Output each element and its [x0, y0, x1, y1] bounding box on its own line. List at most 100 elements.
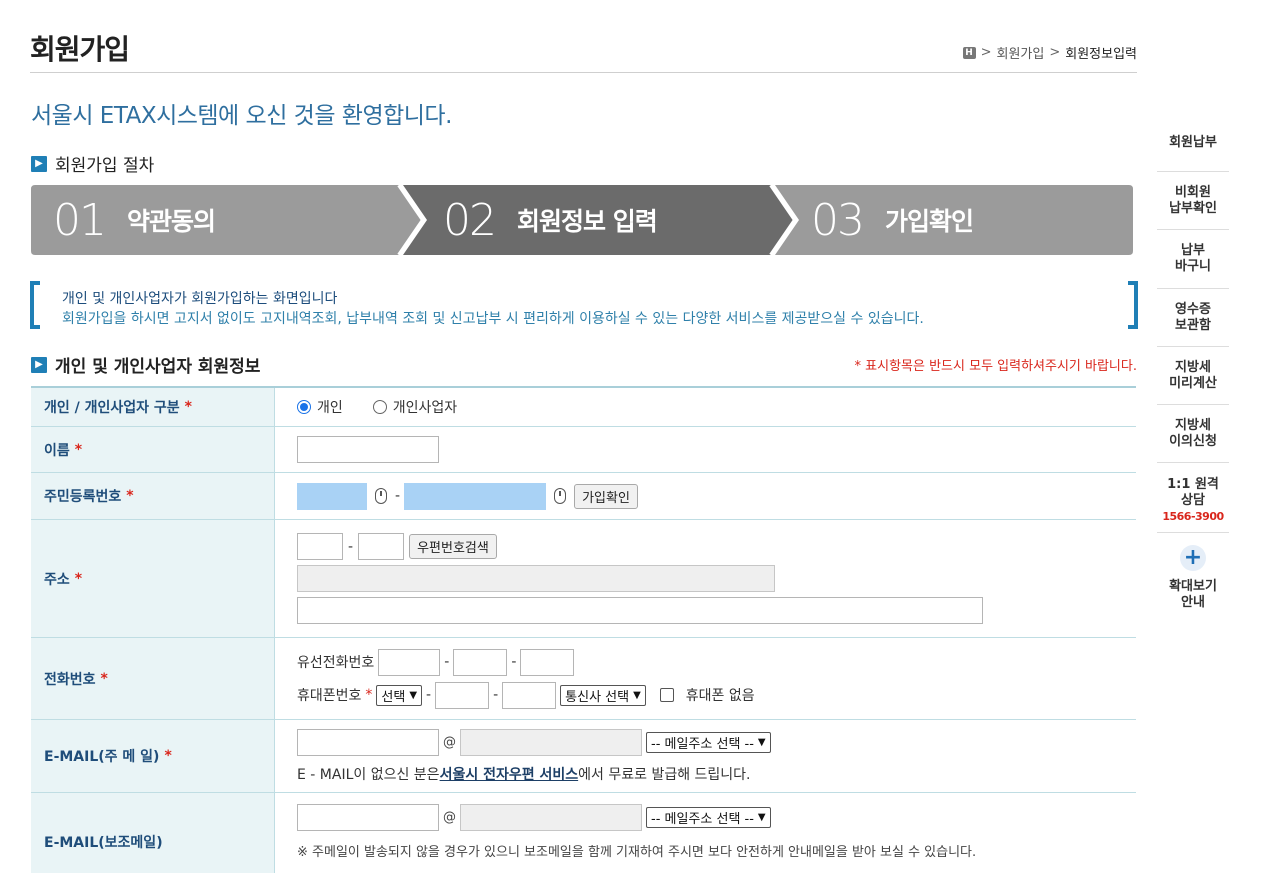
landline-input-3[interactable]: [520, 648, 575, 676]
breadcrumb-item-signup[interactable]: 회원가입: [996, 43, 1044, 62]
carrier-select[interactable]: 통신사 선택 ▼: [560, 684, 646, 706]
email-main-domain-input[interactable]: [460, 728, 642, 756]
required-note: * 표시항목은 반드시 모두 입력하셔주시기 바랍니다.: [854, 359, 1137, 374]
radio-sole-proprietor[interactable]: [372, 400, 387, 414]
quick-item-label: 1:1 원격: [1167, 476, 1219, 492]
no-mobile-label[interactable]: 휴대폰 없음: [686, 685, 755, 705]
row-address: 주소 * - 우편번호검색: [31, 520, 1136, 638]
required-star: *: [100, 670, 108, 687]
notice-box: 개인 및 개인사업자가 회원가입하는 화면입니다 회원가입을 하시면 고지서 없…: [30, 281, 1138, 329]
landline-input-1[interactable]: [378, 648, 441, 676]
email-main-field: @ -- 메일주소 선택 -- ▼ E - MAIL이 없으신 분은 서울시 전자…: [275, 720, 1136, 792]
row-member-type: 개인 / 개인사업자 구분 * 개인 개인사업자: [31, 388, 1136, 427]
address-line1-input[interactable]: [297, 565, 775, 592]
zipcode-input-2[interactable]: [358, 533, 405, 560]
landline-input-2[interactable]: [453, 648, 508, 676]
breadcrumb: H > 회원가입 > 회원정보입력: [962, 43, 1137, 62]
quick-item-label: 보관함: [1175, 317, 1211, 333]
row-email-main: E-MAIL(주 메 일) * @ -- 메일주소 선택 -- ▼ E - MAIL…: [31, 720, 1136, 793]
phone-separator: -: [493, 687, 499, 703]
label-text: 개인 / 개인사업자 구분: [44, 400, 180, 416]
email-main-id-input[interactable]: [297, 728, 439, 756]
label-email-sub: E-MAIL(보조메일): [31, 793, 275, 873]
label-text: 주소: [44, 571, 70, 588]
mobile-prefix-select[interactable]: 선택 ▼: [376, 684, 423, 706]
notice-title: 개인 및 개인사업자가 회원가입하는 화면입니다: [62, 291, 338, 307]
step-1: 01 약관동의: [53, 185, 216, 255]
zipcode-search-button[interactable]: 우편번호검색: [409, 534, 497, 559]
member-info-form: 개인 / 개인사업자 구분 * 개인 개인사업자 이름 * 주민등록번호 * -…: [31, 386, 1136, 873]
phone-field: 유선전화번호 - - 휴대폰번호 * 선택 ▼ - - 통신사 선택 ▼ 휴대폰 없음: [275, 638, 1136, 719]
email-sub-domain-select[interactable]: -- 메일주소 선택 -- ▼: [646, 807, 771, 828]
chevron-down-icon: ▼: [409, 689, 418, 701]
quick-item-label: 상담: [1181, 492, 1205, 508]
quick-item-label: 납부: [1181, 243, 1205, 258]
row-phone: 전화번호 * 유선전화번호 - - 휴대폰번호 * 선택 ▼ - - 통신사 선택 ▼: [31, 638, 1136, 720]
seoul-email-service-link[interactable]: 서울시 전자우편 서비스: [440, 764, 579, 784]
welcome-message: 서울시 ETAX시스템에 오신 것을 환영합니다.: [31, 103, 452, 129]
at-symbol: @: [443, 810, 456, 825]
required-star: *: [164, 748, 172, 764]
quick-item-label: 이의신청: [1169, 433, 1217, 449]
title-divider: [30, 72, 1137, 73]
rrn-front-input[interactable]: [297, 482, 367, 510]
rrn-back-input[interactable]: [404, 482, 547, 510]
quick-item-label: 비회원: [1175, 184, 1211, 200]
page-title: 회원가입: [30, 33, 130, 66]
required-star: *: [184, 399, 192, 415]
at-symbol: @: [443, 734, 456, 750]
label-text: E-MAIL(주 메 일): [44, 749, 160, 765]
rrn-field: - 가입확인: [275, 473, 1136, 519]
email-sub-domain-input[interactable]: [460, 804, 642, 831]
mobile-input-3[interactable]: [502, 681, 557, 709]
step-2-number: 02: [443, 194, 497, 246]
quick-item-member-payment[interactable]: 회원납부: [1157, 115, 1229, 172]
required-star: *: [74, 570, 83, 587]
radio-sole-proprietor-label[interactable]: 개인사업자: [393, 397, 457, 417]
quick-item-receipt-box[interactable]: 영수증 보관함: [1157, 289, 1229, 347]
rrn-separator: -: [395, 488, 401, 504]
quick-item-remote-consult[interactable]: 1:1 원격 상담 1566-3900: [1157, 463, 1229, 533]
phone-separator: -: [444, 654, 450, 670]
quick-item-nonmember-check[interactable]: 비회원 납부확인: [1157, 172, 1229, 230]
no-mobile-checkbox[interactable]: [659, 688, 674, 702]
row-email-sub: E-MAIL(보조메일) @ -- 메일주소 선택 -- ▼ ※ 주메일이 발송되…: [31, 793, 1136, 873]
label-phone: 전화번호 *: [31, 638, 275, 719]
mobile-label: 휴대폰번호: [297, 688, 362, 704]
quick-item-zoom-guide[interactable]: + 확대보기 안내: [1157, 533, 1229, 623]
landline-label: 유선전화번호: [297, 655, 375, 671]
label-text: E-MAIL(보조메일): [44, 835, 163, 851]
row-name: 이름 *: [31, 427, 1136, 473]
home-icon[interactable]: H: [962, 46, 976, 59]
chevron-down-icon: ▼: [633, 689, 641, 701]
quick-item-payment-basket[interactable]: 납부 바구니: [1157, 230, 1229, 289]
step-3: 03 가입확인: [811, 185, 974, 255]
address-line2-input[interactable]: [297, 597, 983, 624]
label-text: 주민등록번호: [44, 489, 122, 505]
consult-phone-number: 1566-3900: [1162, 509, 1224, 523]
quick-item-tax-objection[interactable]: 지방세 이의신청: [1157, 405, 1229, 463]
breadcrumb-separator-icon: >: [980, 45, 992, 60]
quick-item-tax-precalc[interactable]: 지방세 미리계산: [1157, 347, 1229, 405]
name-input[interactable]: [297, 436, 439, 463]
notice-description: 회원가입을 하시면 고지서 없이도 고지내역조회, 납부내역 조회 및 신고납부…: [62, 311, 924, 327]
left-bracket: [30, 281, 40, 329]
email-sub-id-input[interactable]: [297, 804, 439, 831]
label-name: 이름 *: [31, 427, 275, 472]
bullet-arrow-icon: ▶: [31, 155, 47, 172]
select-value: -- 메일주소 선택 --: [651, 812, 754, 827]
mouse-icon[interactable]: [554, 488, 567, 504]
radio-individual-label[interactable]: 개인: [317, 397, 343, 417]
zipcode-separator: -: [348, 538, 354, 555]
signup-check-button[interactable]: 가입확인: [574, 483, 638, 509]
required-star: *: [126, 488, 134, 504]
label-text: 전화번호: [44, 671, 96, 688]
select-value: -- 메일주소 선택 --: [651, 736, 754, 752]
mouse-icon[interactable]: [375, 488, 387, 504]
email-main-domain-select[interactable]: -- 메일주소 선택 -- ▼: [646, 731, 771, 753]
radio-individual[interactable]: [297, 400, 311, 414]
quick-item-label: 바구니: [1175, 259, 1211, 274]
zipcode-input-1[interactable]: [297, 533, 343, 560]
label-rrn: 주민등록번호 *: [31, 473, 275, 519]
mobile-input-2[interactable]: [435, 681, 490, 709]
